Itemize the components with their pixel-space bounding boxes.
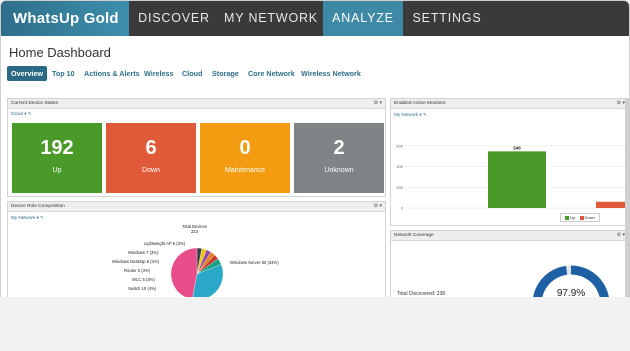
- active-monitors-panel: Enabled Active Monitors ⚙ ▾ My Network ▾…: [390, 98, 629, 226]
- chart-legend: Up Down: [560, 213, 600, 222]
- tile-label: Maintenance: [224, 167, 266, 174]
- pin-icon: ✎: [423, 112, 427, 117]
- page-scrollbar[interactable]: [625, 98, 629, 297]
- slice-label: Windows Desktop 8 (3%): [112, 259, 160, 264]
- tab-actions-alerts[interactable]: Actions & Alerts: [84, 66, 140, 81]
- role-pie-chart: [170, 247, 224, 297]
- tab-core-network[interactable]: Core Network: [248, 66, 295, 81]
- legend-swatch-down: [579, 215, 584, 220]
- device-group-filter[interactable]: My Network ▾ ✎: [394, 112, 427, 118]
- device-group-filter[interactable]: Cloud ▾ ✎: [11, 111, 32, 117]
- nav-discover[interactable]: DISCOVER: [129, 1, 219, 36]
- tab-overview[interactable]: Overview: [7, 66, 47, 81]
- status-tile-maintenance[interactable]: 0 Maintenance: [200, 123, 290, 193]
- tab-top-10[interactable]: Top 10: [52, 66, 75, 81]
- nav-my-network[interactable]: MY NETWORK: [219, 1, 323, 36]
- app-logo[interactable]: WhatsUp Gold: [1, 1, 129, 36]
- slice-label: Windows 7 (3%): [128, 250, 159, 255]
- legend-label: Up: [570, 215, 576, 220]
- y-tick-label: 200: [396, 185, 403, 190]
- nav-analyze[interactable]: ANALYZE: [323, 1, 403, 36]
- tile-label: Down: [142, 167, 160, 174]
- panel-settings-icon[interactable]: ⚙ ▾: [617, 231, 625, 240]
- device-group-filter[interactable]: My Network ▾ ✎: [11, 215, 44, 221]
- tile-value: 6: [145, 137, 157, 159]
- panel-settings-icon[interactable]: ⚙ ▾: [374, 202, 382, 211]
- monitors-bar-chart: 0 200 400 600 546: [396, 143, 629, 211]
- status-tile-down[interactable]: 6 Down: [106, 123, 196, 193]
- tab-wireless-network[interactable]: Wireless Network: [301, 66, 361, 81]
- role-composition-panel: Device Role Composition ⚙ ▾ My Network ▾…: [7, 201, 386, 297]
- tile-value: 2: [333, 137, 345, 159]
- tab-wireless[interactable]: Wireless: [144, 66, 174, 81]
- bar-data-label: 546: [513, 145, 521, 150]
- status-tile-up[interactable]: 192 Up: [12, 123, 102, 193]
- pin-icon: ✎: [40, 215, 44, 220]
- top-navigation: WhatsUp Gold DISCOVER MY NETWORK ANALYZE…: [1, 1, 629, 36]
- slice-label: Windows Server 80 (34%): [230, 260, 279, 265]
- tile-value: 192: [40, 137, 74, 159]
- network-coverage-panel: Network Coverage ⚙ ▾ Total Discovered: 2…: [390, 230, 629, 297]
- legend-label: Down: [584, 215, 595, 220]
- pin-icon: ✎: [27, 111, 32, 116]
- panel-title: Current Device States: [11, 101, 58, 106]
- window-bottom-area: [0, 297, 630, 351]
- y-tick-label: 600: [396, 143, 403, 148]
- page-title: Home Dashboard: [9, 45, 111, 60]
- y-tick-label: 400: [396, 164, 403, 169]
- panel-header: Device Role Composition ⚙ ▾: [8, 202, 385, 212]
- y-tick-label: 0: [401, 206, 404, 211]
- panel-title: Device Role Composition: [11, 204, 65, 209]
- tile-label: Unknown: [324, 167, 354, 174]
- bar-up: [488, 151, 546, 208]
- pie-total: Total Devices 223: [182, 224, 207, 234]
- panel-title: Network Coverage: [394, 233, 434, 238]
- tab-storage[interactable]: Storage: [212, 66, 239, 81]
- panel-header: Enabled Active Monitors ⚙ ▾: [391, 99, 628, 109]
- tab-cloud[interactable]: Cloud: [182, 66, 202, 81]
- panel-header: Network Coverage ⚙ ▾: [391, 231, 628, 241]
- nav-settings[interactable]: SETTINGS: [403, 1, 491, 36]
- device-states-panel: Current Device States ⚙ ▾ Cloud ▾ ✎ 192 …: [7, 98, 386, 197]
- pie-total-value: 223: [190, 229, 198, 234]
- legend-swatch-up: [565, 215, 570, 220]
- panel-header: Current Device States ⚙ ▾: [8, 99, 385, 109]
- panel-title: Enabled Active Monitors: [394, 101, 446, 106]
- tile-value: 0: [239, 137, 251, 159]
- slice-label: Switch 10 (4%): [128, 286, 157, 291]
- panel-settings-icon[interactable]: ⚙ ▾: [374, 99, 382, 108]
- status-tile-unknown[interactable]: 2 Unknown: [294, 123, 384, 193]
- filter-label: Cloud: [11, 111, 24, 116]
- panel-settings-icon[interactable]: ⚙ ▾: [617, 99, 625, 108]
- filter-label: My Network: [11, 215, 36, 220]
- pie-slice: [170, 247, 198, 297]
- dashboard-window: WhatsUp Gold DISCOVER MY NETWORK ANALYZE…: [0, 0, 630, 298]
- slice-label: WLC 5 (3%): [132, 277, 155, 282]
- slice-label: Router 6 (3%): [124, 268, 151, 273]
- filter-label: My Network: [394, 112, 419, 117]
- tile-label: Up: [52, 167, 62, 174]
